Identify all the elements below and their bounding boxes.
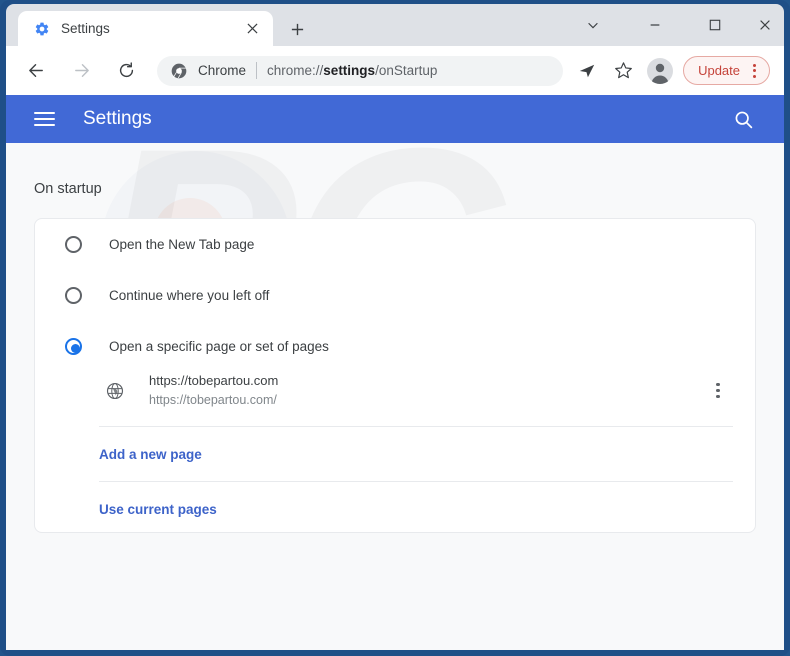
menu-line <box>34 117 55 121</box>
menu-line <box>34 111 55 114</box>
browser-tab-settings[interactable]: Settings <box>18 11 273 46</box>
omnibox-url-text: chrome://settings/onStartup <box>267 63 437 78</box>
on-startup-card: Open the New Tab page Continue where you… <box>34 218 756 533</box>
browser-window: Settings Chrome chrome://settings/onStar… <box>0 0 790 656</box>
omnibox-divider <box>256 62 258 79</box>
section-title: On startup <box>34 181 102 197</box>
startup-option-label: Open a specific page or set of pages <box>109 339 329 354</box>
menu-line <box>34 124 55 127</box>
dot <box>752 74 756 78</box>
url-suffix: /onStartup <box>375 63 438 78</box>
maximize-button[interactable] <box>693 8 737 42</box>
radio-button-selected[interactable] <box>65 338 82 355</box>
three-dots-vertical-icon[interactable] <box>744 61 764 81</box>
use-current-pages-row[interactable]: Use current pages <box>35 482 755 536</box>
use-current-pages-link[interactable]: Use current pages <box>99 502 217 517</box>
reload-button[interactable] <box>111 56 141 86</box>
search-icon[interactable] <box>730 106 756 132</box>
star-icon[interactable] <box>609 57 637 85</box>
update-button-label: Update <box>698 63 740 78</box>
tab-strip: Settings <box>6 4 784 46</box>
startup-option-label: Continue where you left off <box>109 288 270 303</box>
reload-icon <box>119 62 133 78</box>
plus-icon <box>291 23 303 35</box>
new-tab-button[interactable] <box>283 15 311 43</box>
browser-toolbar: Chrome chrome://settings/onStartup Updat… <box>6 46 784 95</box>
url-prefix: chrome:// <box>267 63 324 78</box>
radio-button[interactable] <box>65 287 82 304</box>
startup-page-subtitle: https://tobepartou.com/ <box>149 392 277 407</box>
startup-page-texts: https://tobepartou.com https://tobeparto… <box>149 371 707 411</box>
forward-button[interactable] <box>66 56 96 86</box>
settings-header-bar: Settings <box>6 95 784 143</box>
avatar-icon <box>651 63 669 84</box>
arrow-left-icon <box>28 64 43 77</box>
startup-page-title: https://tobepartou.com <box>149 372 279 388</box>
tab-title: Settings <box>61 21 110 36</box>
startup-page-entry: https://tobepartou.com https://tobeparto… <box>35 363 755 418</box>
add-new-page-link[interactable]: Add a new page <box>99 447 202 462</box>
settings-page-body: PC risk.com On startup Open the New Tab … <box>6 143 784 650</box>
dot <box>752 69 756 72</box>
gear-icon <box>34 21 50 37</box>
chrome-icon <box>171 63 187 79</box>
url-bold-segment: settings <box>323 63 376 78</box>
hamburger-icon[interactable] <box>34 107 58 131</box>
page-title: Settings <box>83 108 152 129</box>
startup-option-new-tab[interactable]: Open the New Tab page <box>35 219 755 270</box>
share-icon[interactable] <box>573 57 601 85</box>
back-button[interactable] <box>21 56 51 86</box>
startup-option-continue[interactable]: Continue where you left off <box>35 270 755 321</box>
radio-button[interactable] <box>65 236 82 253</box>
dot <box>752 63 756 67</box>
dot <box>716 382 720 386</box>
startup-option-label: Open the New Tab page <box>109 237 255 252</box>
three-dots-vertical-icon[interactable] <box>707 378 729 404</box>
avatar[interactable] <box>647 57 674 84</box>
address-bar[interactable]: Chrome chrome://settings/onStartup <box>157 55 564 86</box>
close-icon[interactable] <box>241 18 263 40</box>
omnibox-scheme-label: Chrome <box>198 63 247 78</box>
window-close-button[interactable] <box>743 8 787 42</box>
chevron-down-icon[interactable] <box>571 8 615 42</box>
arrow-right-icon <box>74 64 89 77</box>
add-new-page-row[interactable]: Add a new page <box>35 427 755 481</box>
minimize-button[interactable] <box>633 8 677 42</box>
globe-icon <box>106 382 124 400</box>
dot <box>716 395 720 399</box>
update-button[interactable]: Update <box>683 56 770 85</box>
dot <box>716 388 720 393</box>
